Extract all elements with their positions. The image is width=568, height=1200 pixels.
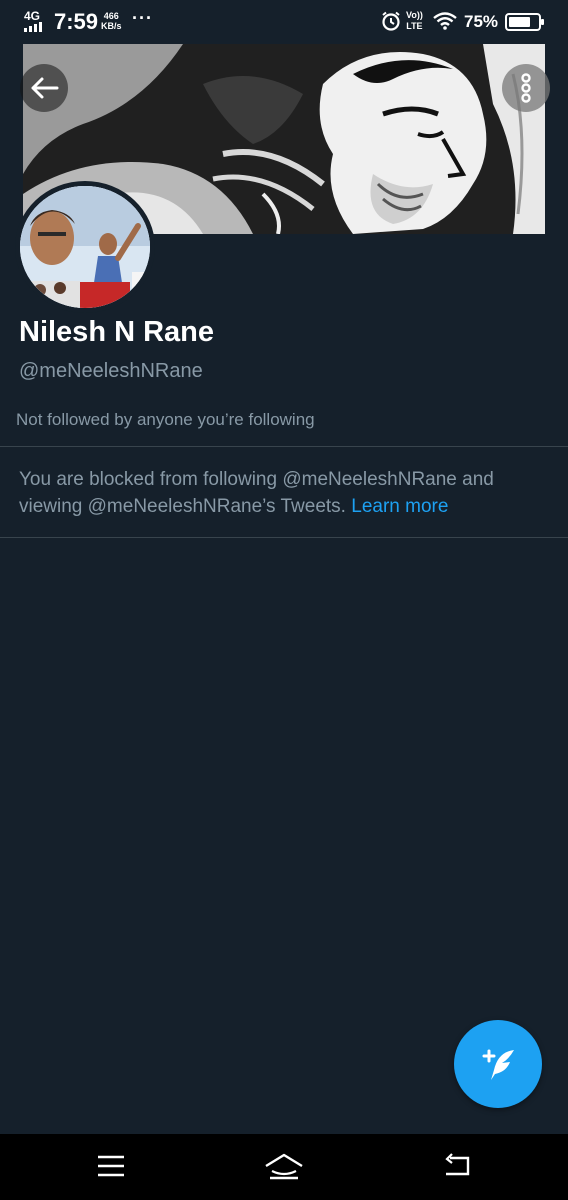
followers-you-know-note: Not followed by anyone you’re following bbox=[16, 410, 315, 429]
network-speed-unit: KB/s bbox=[101, 21, 122, 31]
volte-indicator: Vo)) LTE bbox=[406, 10, 423, 32]
more-notifications-icon: ··· bbox=[132, 8, 153, 28]
status-bar: 4G 7:59 466 KB/s ··· Vo)) LTE 75% bbox=[0, 0, 568, 44]
network-speed-value: 466 bbox=[103, 11, 119, 21]
divider bbox=[0, 446, 568, 447]
volte-top: Vo)) bbox=[406, 10, 423, 20]
battery-icon bbox=[505, 13, 544, 31]
alarm-icon bbox=[382, 11, 400, 31]
network-type: 4G bbox=[24, 9, 41, 23]
menu-icon[interactable] bbox=[96, 1152, 126, 1180]
home-icon[interactable] bbox=[264, 1152, 304, 1182]
clock: 7:59 bbox=[54, 9, 99, 34]
profile-handle: @meNeeleshNRane bbox=[19, 360, 203, 382]
blocked-notice: You are blocked from following @meNeeles… bbox=[19, 466, 539, 520]
feather-plus-icon bbox=[482, 1049, 514, 1080]
vertical-dots-icon bbox=[521, 73, 531, 103]
network-speed: 466 KB/s bbox=[101, 11, 122, 31]
profile-name: Nilesh N Rane bbox=[19, 316, 214, 348]
compose-tweet-button[interactable] bbox=[454, 1020, 542, 1108]
system-nav-bar bbox=[0, 1134, 568, 1200]
volte-bottom: LTE bbox=[406, 21, 423, 31]
divider bbox=[0, 537, 568, 538]
wifi-icon bbox=[433, 12, 457, 30]
back-button[interactable] bbox=[20, 64, 68, 112]
avatar[interactable] bbox=[15, 181, 155, 313]
signal-strength-icon bbox=[24, 22, 42, 32]
learn-more-link[interactable]: Learn more bbox=[351, 496, 448, 517]
avatar-photo bbox=[20, 186, 150, 308]
more-options-button[interactable] bbox=[502, 64, 550, 112]
return-icon[interactable] bbox=[442, 1152, 472, 1180]
battery-percent: 75% bbox=[464, 12, 499, 31]
arrow-left-icon bbox=[31, 77, 59, 99]
